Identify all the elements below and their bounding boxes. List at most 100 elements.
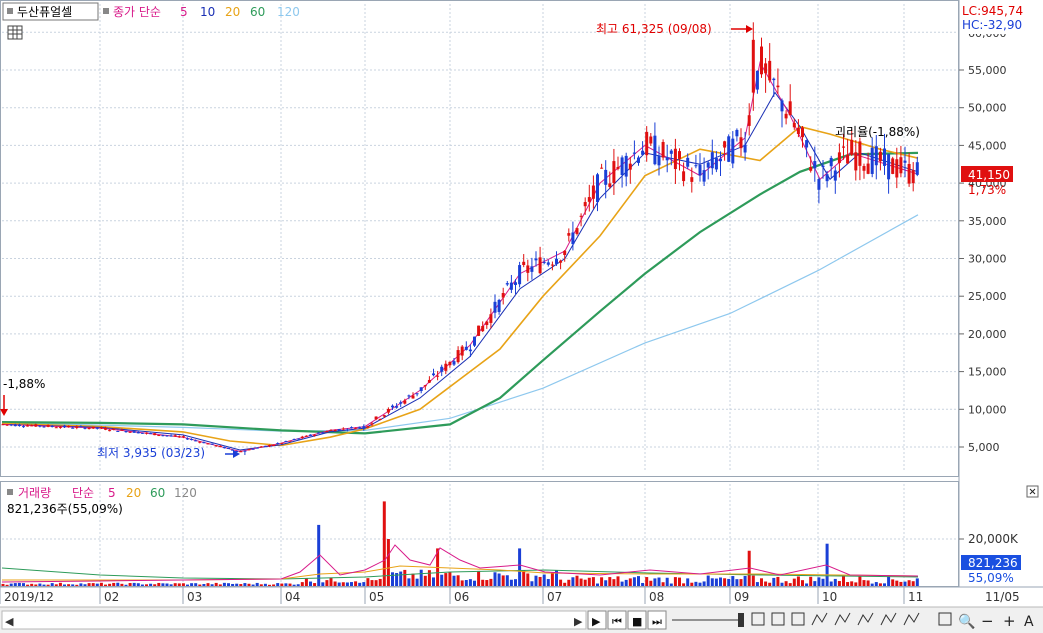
volume-bar	[444, 573, 448, 586]
candle-down	[731, 138, 735, 164]
candle-down	[227, 447, 230, 449]
candle-up	[526, 265, 530, 273]
candle-down	[534, 258, 538, 261]
candle-up	[300, 436, 304, 438]
candle-down	[132, 431, 136, 433]
candle-up	[460, 346, 464, 356]
nav-button-icon[interactable]: ⏭	[652, 615, 662, 628]
volume-bar	[727, 578, 731, 586]
volume-bar	[276, 583, 280, 586]
volume-bar	[764, 581, 768, 586]
candle-up	[616, 166, 620, 169]
volume-bar	[895, 580, 899, 586]
candle-up	[768, 60, 772, 81]
candle-down	[710, 152, 714, 169]
candle-down	[620, 157, 624, 176]
candle-down	[263, 445, 267, 447]
candle-up	[739, 137, 743, 149]
candle-down	[657, 155, 661, 166]
nav-button-icon[interactable]: ⏮	[612, 615, 622, 628]
volume-bar	[739, 579, 743, 586]
lc-label: LC:945,74	[962, 4, 1023, 18]
candle-up	[313, 434, 317, 436]
candle-down	[415, 393, 419, 395]
volume-bar	[54, 584, 58, 586]
volume-bar	[624, 579, 628, 586]
volume-bar	[575, 575, 579, 586]
scroll-right-icon[interactable]: ▶	[574, 615, 583, 628]
volume-bar	[288, 583, 292, 586]
volume-bar	[432, 577, 435, 586]
volume-bar	[686, 578, 690, 586]
candle-down	[702, 170, 706, 182]
candle-down	[202, 442, 206, 444]
volume-bar	[661, 582, 665, 586]
candle-down	[190, 439, 194, 441]
vol-ma-legend-20: 20	[126, 486, 141, 500]
volume-bar	[899, 581, 903, 586]
volume-bar	[71, 584, 75, 586]
vol-ma-legend-120: 120	[174, 486, 197, 500]
volume-bar	[846, 582, 850, 586]
volume-bar	[456, 575, 460, 586]
volume-bar	[112, 582, 116, 586]
scroll-left-icon[interactable]: ◀	[5, 615, 14, 628]
nav-button-icon[interactable]: ▶	[592, 615, 601, 628]
volume-bar	[731, 576, 735, 586]
volume-bar	[796, 576, 800, 586]
candle-up	[591, 185, 595, 199]
volume-bar	[518, 548, 522, 586]
scrollbar-track[interactable]	[1, 610, 587, 630]
panel-close-icon[interactable]	[1026, 485, 1039, 498]
candle-up	[645, 131, 649, 156]
candle-up	[177, 436, 181, 438]
candle-down	[870, 147, 874, 174]
volume-bar	[632, 577, 636, 586]
volume-bar	[190, 583, 194, 586]
legend-square-icon	[103, 8, 109, 14]
y-tick-label: 20,000	[968, 328, 1007, 341]
volume-bar	[313, 583, 317, 586]
candle-up	[579, 215, 583, 217]
x-axis-area	[0, 587, 1043, 607]
zoom-search-icon[interactable]: 🔍	[958, 612, 975, 630]
volume-bar	[509, 579, 513, 586]
volume-bar	[358, 582, 362, 586]
stock-chart[interactable]: 두산퓨얼셀 종가 단순 5 10 20 60 120 최고 61,325 (09…	[0, 0, 1043, 633]
candle-down	[817, 179, 821, 190]
candle-down	[255, 447, 259, 449]
volume-bar	[714, 578, 718, 586]
candle-up	[34, 424, 38, 427]
y-tick-label: 15,000	[968, 366, 1007, 379]
volume-bar	[546, 579, 550, 586]
volume-bar	[321, 582, 325, 586]
candle-up	[448, 361, 452, 366]
volume-bar	[682, 583, 686, 586]
auto-scale-button[interactable]: A	[1024, 614, 1034, 630]
volume-bar	[79, 583, 83, 586]
volume-bar	[501, 575, 505, 586]
candle-down	[17, 424, 21, 427]
volume-bar	[173, 583, 177, 586]
volume-bar	[99, 582, 103, 586]
zoom-in-button[interactable]: +	[1003, 612, 1016, 630]
data-table-icon[interactable]	[7, 25, 23, 40]
zoom-out-button[interactable]: −	[981, 612, 994, 630]
candle-up	[501, 293, 505, 298]
volume-bar	[95, 583, 99, 586]
candle-up	[403, 400, 407, 404]
volume-bar	[350, 582, 353, 586]
volume-bar	[91, 583, 95, 586]
volume-bar	[120, 583, 124, 586]
candle-up	[842, 146, 845, 148]
volume-bar	[378, 578, 382, 586]
volume-bar	[788, 583, 792, 586]
candle-down	[887, 154, 891, 180]
candle-up	[411, 395, 415, 399]
candle-down	[874, 146, 878, 166]
volume-bar	[399, 571, 403, 586]
nav-button-icon[interactable]: ■	[632, 615, 642, 628]
candle-up	[206, 443, 210, 445]
candle-up	[809, 167, 813, 171]
volume-bar	[678, 577, 681, 586]
